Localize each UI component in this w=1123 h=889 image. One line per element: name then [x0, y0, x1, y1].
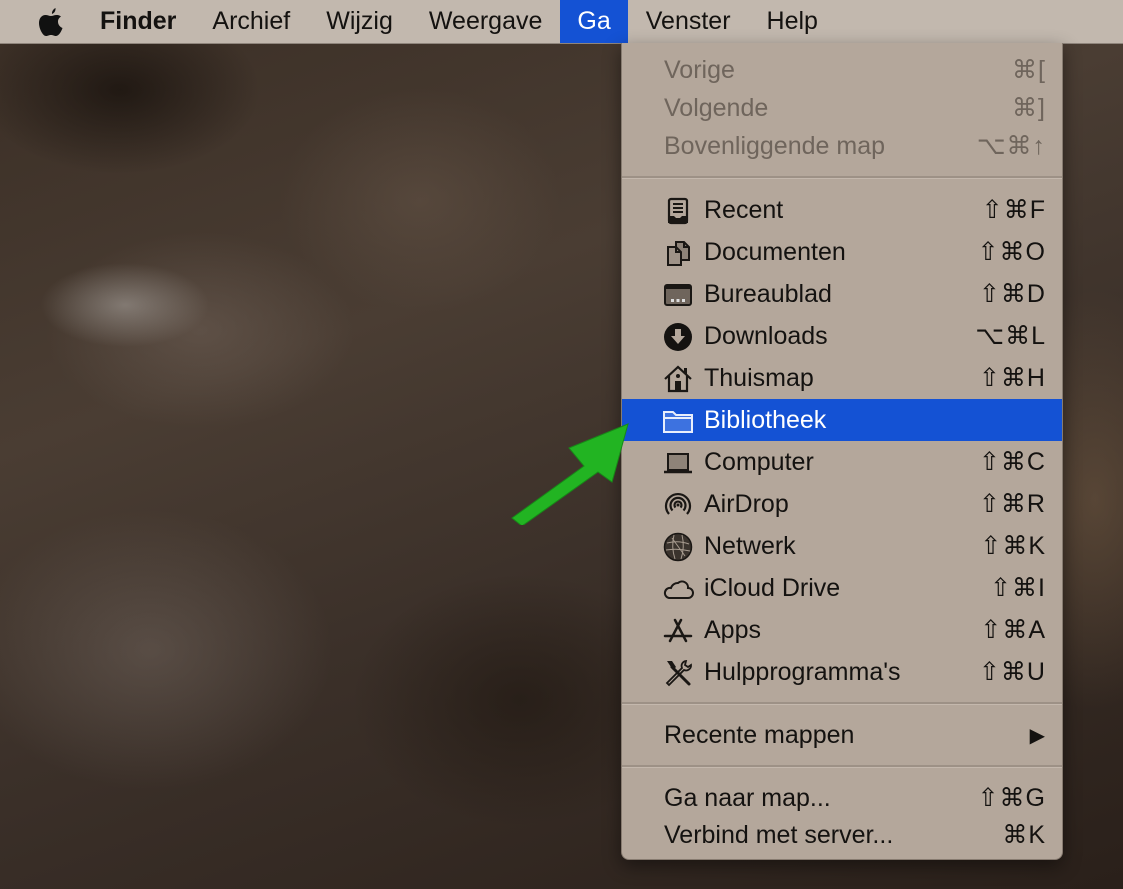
menu-item-label: Bibliotheek	[704, 405, 827, 434]
go-menu-dropdown: Vorige ⌘[ Volgende ⌘] Bovenliggende map …	[621, 43, 1063, 860]
menu-item-label: Hulpprogramma's	[704, 657, 901, 686]
utilities-tools-icon	[662, 657, 694, 689]
recent-tray-icon	[662, 195, 694, 227]
menu-item-vorige[interactable]: Vorige ⌘[	[622, 49, 1062, 91]
apps-icon	[662, 615, 694, 647]
menu-item-shortcut: ⌥⌘L	[975, 322, 1046, 350]
menu-item-label: Bureaublad	[704, 279, 832, 308]
menu-item-shortcut: ⇧⌘A	[980, 616, 1046, 644]
menu-item-label: Netwerk	[704, 531, 796, 560]
menu-venster[interactable]: Venster	[628, 0, 749, 43]
menu-archief[interactable]: Archief	[194, 0, 308, 43]
menu-weergave[interactable]: Weergave	[411, 0, 561, 43]
menu-finder[interactable]: Finder	[88, 0, 194, 43]
menu-item-label: Volgende	[664, 93, 769, 122]
menu-separator	[622, 765, 1062, 768]
menu-item-label: Vorige	[664, 55, 735, 84]
menu-item-volgende[interactable]: Volgende ⌘]	[622, 87, 1062, 129]
cloud-icon	[662, 573, 694, 605]
menu-item-label: iCloud Drive	[704, 573, 841, 602]
menu-item-icloud-drive[interactable]: iCloud Drive ⇧⌘I	[622, 567, 1062, 609]
menu-item-shortcut: ⇧⌘F	[981, 196, 1046, 224]
home-icon	[662, 363, 694, 395]
menu-item-label: Downloads	[704, 321, 828, 350]
menu-item-label: Ga naar map...	[664, 783, 831, 812]
apple-logo-icon[interactable]	[36, 5, 66, 39]
menu-item-label: AirDrop	[704, 489, 789, 518]
menu-item-label: Apps	[704, 615, 761, 644]
menu-item-bureaublad[interactable]: Bureaublad ⇧⌘D	[622, 273, 1062, 315]
menu-item-label: Recent	[704, 195, 784, 224]
menu-item-bibliotheek[interactable]: Bibliotheek	[622, 399, 1062, 441]
menu-ga[interactable]: Ga	[560, 0, 628, 43]
submenu-arrow-icon: ▶	[1029, 724, 1046, 747]
menu-item-shortcut: ⇧⌘D	[978, 280, 1046, 308]
menu-item-computer[interactable]: Computer ⇧⌘C	[622, 441, 1062, 483]
menu-item-airdrop[interactable]: AirDrop ⇧⌘R	[622, 483, 1062, 525]
menu-item-shortcut: ⌘[	[1012, 56, 1046, 84]
menu-item-label: Bovenliggende map	[664, 131, 885, 160]
menu-wijzig[interactable]: Wijzig	[308, 0, 411, 43]
green-annotation-arrow-icon	[511, 423, 629, 525]
computer-icon	[662, 447, 694, 479]
menu-item-shortcut: ⇧⌘U	[978, 658, 1046, 686]
menu-item-label: Documenten	[704, 237, 846, 266]
menu-item-shortcut: ⇧⌘G	[977, 784, 1046, 812]
menu-separator	[622, 176, 1062, 179]
menu-item-recent[interactable]: Recent ⇧⌘F	[622, 189, 1062, 231]
menu-item-shortcut: ⌥⌘↑	[976, 132, 1046, 160]
documents-icon	[662, 237, 694, 269]
menu-item-shortcut: ⇧⌘K	[980, 532, 1046, 560]
menu-item-label: Thuismap	[704, 363, 814, 392]
menu-item-netwerk[interactable]: Netwerk ⇧⌘K	[622, 525, 1062, 567]
menu-item-shortcut: ⌘]	[1012, 94, 1046, 122]
menu-help[interactable]: Help	[749, 0, 836, 43]
folder-icon	[662, 405, 694, 437]
menu-item-downloads[interactable]: Downloads ⌥⌘L	[622, 315, 1062, 357]
menu-item-shortcut: ⇧⌘H	[978, 364, 1046, 392]
menu-item-documenten[interactable]: Documenten ⇧⌘O	[622, 231, 1062, 273]
menu-item-apps[interactable]: Apps ⇧⌘A	[622, 609, 1062, 651]
menu-item-shortcut: ⇧⌘C	[978, 448, 1046, 476]
menu-bar: Finder Archief Wijzig Weergave Ga Venste…	[0, 0, 1123, 44]
menu-item-thuismap[interactable]: Thuismap ⇧⌘H	[622, 357, 1062, 399]
menu-item-label: Verbind met server...	[664, 820, 894, 849]
menu-item-recente-mappen[interactable]: Recente mappen ▶	[622, 714, 1062, 756]
menu-item-shortcut: ⇧⌘O	[977, 238, 1046, 266]
menu-item-label: Recente mappen	[664, 720, 855, 749]
menu-item-shortcut: ⇧⌘R	[978, 490, 1046, 518]
menu-item-shortcut: ⌘K	[1002, 821, 1046, 849]
menu-item-verbind-met-server[interactable]: Verbind met server... ⌘K	[622, 814, 1062, 856]
download-icon	[662, 321, 694, 353]
menu-item-shortcut: ⇧⌘I	[990, 574, 1046, 602]
airdrop-icon	[662, 489, 694, 521]
network-globe-icon	[662, 531, 694, 563]
desktop-icon	[662, 279, 694, 311]
menu-item-label: Computer	[704, 447, 814, 476]
menu-item-hulpprogrammas[interactable]: Hulpprogramma's ⇧⌘U	[622, 651, 1062, 693]
menu-item-ga-naar-map[interactable]: Ga naar map... ⇧⌘G	[622, 777, 1062, 819]
menu-item-bovenliggende-map[interactable]: Bovenliggende map ⌥⌘↑	[622, 125, 1062, 167]
menu-separator	[622, 702, 1062, 705]
